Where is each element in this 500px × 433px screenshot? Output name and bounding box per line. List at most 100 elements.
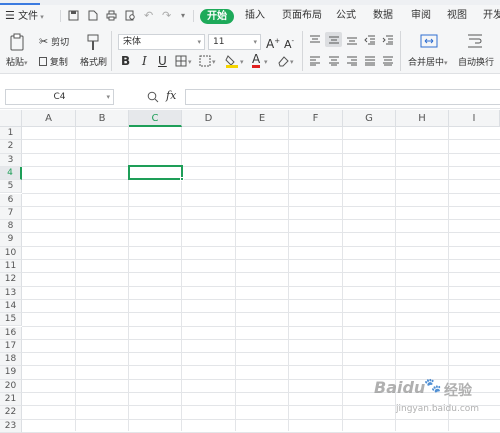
tab-formulas[interactable]: 公式 bbox=[336, 5, 356, 27]
redo-icon[interactable]: ↷ bbox=[162, 5, 171, 27]
row-header-11[interactable]: 11 bbox=[0, 260, 22, 274]
ribbon-toolbar: 粘贴▾ ✂ 剪切 复制 格式刷 宋体 ▾ 11 ▾ A+ A- B I U ▾ ▾ … bbox=[0, 27, 500, 74]
column-header-f[interactable]: F bbox=[289, 110, 343, 127]
row-header-6[interactable]: 6 bbox=[0, 193, 22, 207]
file-menu[interactable]: ☰ 文件 ▾ bbox=[5, 5, 49, 27]
undo-icon[interactable]: ↶ bbox=[144, 5, 153, 27]
tab-developer[interactable]: 开发 bbox=[483, 5, 500, 27]
row-header-17[interactable]: 17 bbox=[0, 339, 22, 354]
fill-color-icon[interactable] bbox=[225, 54, 239, 68]
format-painter-icon[interactable] bbox=[86, 34, 100, 51]
wrap-text-icon[interactable] bbox=[466, 33, 484, 49]
grid-row-line bbox=[22, 205, 500, 207]
row-header-15[interactable]: 15 bbox=[0, 313, 22, 327]
row-header-12[interactable]: 12 bbox=[0, 273, 22, 287]
align-right-icon[interactable] bbox=[346, 56, 358, 66]
column-header-d[interactable]: D bbox=[182, 110, 236, 127]
cell-style-icon[interactable] bbox=[199, 55, 211, 67]
row-header-19[interactable]: 19 bbox=[0, 366, 22, 380]
select-all-corner[interactable] bbox=[0, 110, 22, 127]
column-header-a[interactable]: A bbox=[22, 110, 76, 127]
row-header-10[interactable]: 10 bbox=[0, 246, 22, 260]
cut-button[interactable]: ✂ 剪切 bbox=[39, 36, 69, 49]
border-icon[interactable] bbox=[175, 55, 187, 67]
indent-increase-icon[interactable] bbox=[382, 35, 394, 45]
column-header-e[interactable]: E bbox=[236, 110, 289, 127]
indent-decrease-icon[interactable] bbox=[364, 35, 376, 45]
paste-icon[interactable] bbox=[9, 33, 25, 51]
clear-format-icon[interactable] bbox=[277, 55, 289, 67]
align-bottom-icon[interactable] bbox=[346, 35, 358, 45]
zoom-icon[interactable] bbox=[147, 91, 159, 103]
selected-cell-c4[interactable] bbox=[128, 165, 184, 181]
row-header-18[interactable]: 18 bbox=[0, 353, 22, 367]
tab-home[interactable]: 开始 bbox=[200, 9, 234, 24]
name-box[interactable]: C4 ▾ bbox=[5, 89, 114, 105]
merge-cells-icon[interactable] bbox=[420, 33, 438, 49]
function-icon[interactable]: fx bbox=[166, 89, 176, 102]
justify-icon[interactable] bbox=[364, 56, 376, 66]
row-header-20[interactable]: 20 bbox=[0, 379, 22, 393]
row-header-8[interactable]: 8 bbox=[0, 220, 22, 234]
paste-button[interactable]: 粘贴▾ bbox=[6, 57, 28, 69]
row-header-16[interactable]: 16 bbox=[0, 326, 22, 340]
column-header-c[interactable]: C bbox=[129, 110, 182, 127]
formula-input[interactable] bbox=[185, 89, 500, 105]
grid-row-line bbox=[22, 352, 500, 354]
watermark-brand: Baidu bbox=[374, 378, 426, 397]
distributed-align-icon[interactable] bbox=[382, 56, 394, 66]
grid-row-line bbox=[22, 325, 500, 327]
grid-row-line bbox=[22, 232, 500, 234]
align-middle-button[interactable] bbox=[325, 32, 342, 47]
formula-bar: C4 ▾ fx bbox=[0, 74, 500, 109]
chevron-down-icon[interactable]: ▾ bbox=[188, 56, 192, 68]
align-center-icon[interactable] bbox=[328, 56, 340, 66]
column-header-i[interactable]: I bbox=[449, 110, 500, 127]
tab-review[interactable]: 审阅 bbox=[411, 5, 431, 27]
italic-icon[interactable]: I bbox=[142, 55, 147, 67]
copy-button[interactable]: 复制 bbox=[39, 57, 68, 69]
merge-center-button[interactable]: 合并居中▾ bbox=[408, 57, 448, 69]
row-header-9[interactable]: 9 bbox=[0, 233, 22, 247]
row-header-2[interactable]: 2 bbox=[0, 140, 22, 154]
bold-icon[interactable]: B bbox=[121, 55, 130, 67]
row-header-4[interactable]: 4 bbox=[0, 166, 22, 181]
column-header-h[interactable]: H bbox=[396, 110, 449, 127]
align-left-icon[interactable] bbox=[309, 56, 321, 66]
chevron-down-icon[interactable]: ▾ bbox=[290, 56, 294, 68]
row-header-13[interactable]: 13 bbox=[0, 286, 22, 300]
row-header-7[interactable]: 7 bbox=[0, 206, 22, 221]
grid-column-line bbox=[288, 127, 289, 431]
column-header-g[interactable]: G bbox=[343, 110, 396, 127]
wrap-text-button[interactable]: 自动换行 bbox=[458, 57, 494, 69]
row-header-14[interactable]: 14 bbox=[0, 299, 22, 314]
row-header-1[interactable]: 1 bbox=[0, 127, 22, 141]
font-name-select[interactable]: 宋体 ▾ bbox=[118, 34, 205, 50]
underline-icon[interactable]: U bbox=[158, 55, 167, 67]
tab-data[interactable]: 数据 bbox=[373, 5, 393, 27]
chevron-down-icon[interactable]: ▾ bbox=[212, 56, 216, 68]
tab-page-layout[interactable]: 页面布局 bbox=[282, 5, 322, 27]
divider bbox=[302, 31, 303, 71]
font-color-icon[interactable]: A bbox=[252, 53, 261, 68]
quick-access-dropdown-icon[interactable]: ▾ bbox=[181, 5, 185, 27]
chevron-down-icon[interactable]: ▾ bbox=[240, 56, 244, 68]
fill-handle[interactable] bbox=[180, 177, 184, 181]
font-size-select[interactable]: 11 ▾ bbox=[208, 34, 261, 50]
hamburger-icon: ☰ bbox=[5, 9, 15, 22]
decrease-font-icon[interactable]: A- bbox=[284, 35, 294, 51]
row-header-5[interactable]: 5 bbox=[0, 180, 22, 194]
grid-row-line bbox=[22, 192, 500, 194]
paw-icon: 🐾 bbox=[424, 378, 442, 394]
align-top-icon[interactable] bbox=[309, 35, 321, 45]
row-header-3[interactable]: 3 bbox=[0, 153, 22, 167]
increase-font-icon[interactable]: A+ bbox=[266, 35, 280, 50]
row-header-22[interactable]: 22 bbox=[0, 406, 22, 420]
watermark: Baidu 🐾 经验 jingyan.baidu.com bbox=[372, 376, 498, 428]
tab-view[interactable]: 视图 bbox=[447, 5, 467, 27]
tab-insert[interactable]: 插入 bbox=[245, 5, 265, 27]
column-header-b[interactable]: B bbox=[76, 110, 129, 127]
chevron-down-icon[interactable]: ▾ bbox=[264, 56, 268, 68]
row-header-21[interactable]: 21 bbox=[0, 393, 22, 407]
format-painter-button[interactable]: 格式刷 bbox=[80, 57, 107, 69]
